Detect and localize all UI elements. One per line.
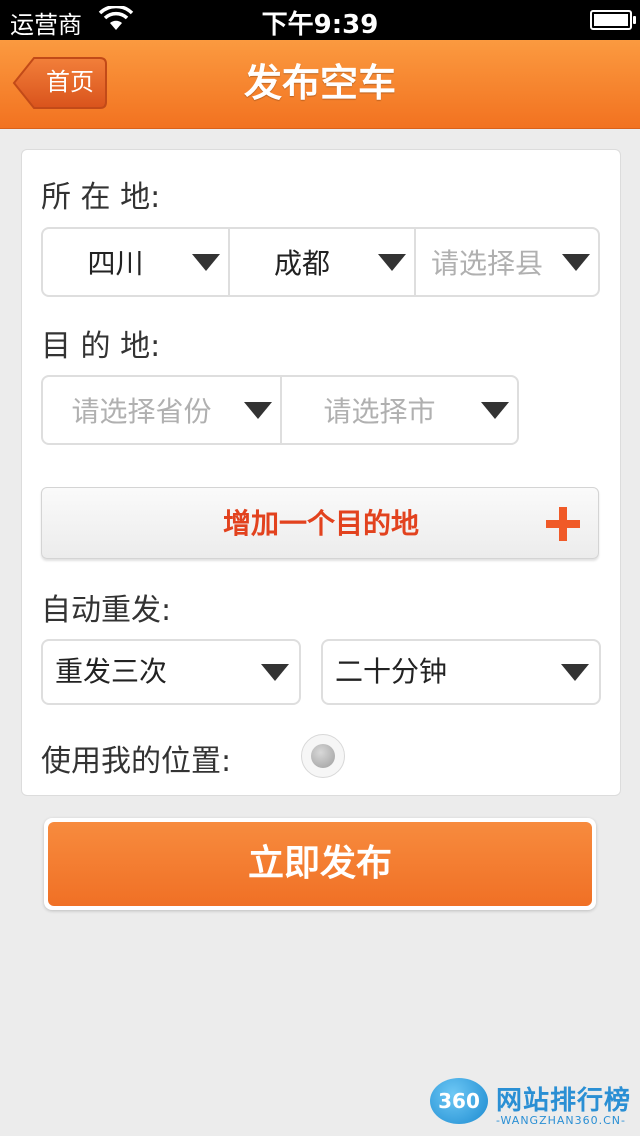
watermark-logo: 360 网站排行榜 -WANGZHAN360.CN- xyxy=(430,1078,636,1132)
repost-times-select[interactable]: 重发三次 xyxy=(41,639,301,705)
repost-times-value: 重发三次 xyxy=(55,655,168,688)
repost-interval-select[interactable]: 二十分钟 xyxy=(321,639,601,705)
origin-province-value: 四川 xyxy=(87,247,144,280)
destination-select-group: 请选择省份 请选择市 xyxy=(41,375,519,445)
add-destination-button[interactable]: 增加一个目的地 xyxy=(41,487,599,559)
back-button[interactable]: 首页 xyxy=(12,56,108,110)
auto-repost-label: 自动重发: xyxy=(41,593,172,628)
chevron-down-icon xyxy=(481,402,509,419)
destination-province-select[interactable]: 请选择省份 xyxy=(43,377,282,443)
origin-label: 所 在 地: xyxy=(41,180,161,215)
status-bar: 运营商 下午9:39 xyxy=(0,0,640,40)
watermark-url: -WANGZHAN360.CN- xyxy=(496,1114,627,1127)
publish-button[interactable]: 立即发布 xyxy=(48,822,592,906)
use-location-label: 使用我的位置: xyxy=(41,744,232,779)
destination-province-placeholder: 请选择省份 xyxy=(71,395,212,428)
publish-form-card: 所 在 地: 四川 成都 请选择县 目 的 地: 请选择省份 请选择市 增加一个… xyxy=(21,149,621,796)
origin-province-select[interactable]: 四川 xyxy=(43,229,230,295)
origin-county-placeholder: 请选择县 xyxy=(430,247,543,280)
chevron-down-icon xyxy=(261,664,289,681)
chevron-down-icon xyxy=(192,254,220,271)
origin-county-select[interactable]: 请选择县 xyxy=(416,229,598,295)
nav-bar: 发布空车 首页 xyxy=(0,40,640,129)
origin-select-group: 四川 成都 请选择县 xyxy=(41,227,600,297)
chevron-down-icon xyxy=(378,254,406,271)
back-button-label: 首页 xyxy=(46,68,94,96)
watermark-badge: 360 xyxy=(430,1078,488,1124)
clock: 下午9:39 xyxy=(261,10,379,40)
chevron-down-icon xyxy=(562,254,590,271)
watermark-name: 网站排行榜 xyxy=(496,1086,632,1116)
destination-city-placeholder: 请选择市 xyxy=(323,395,436,428)
chevron-down-icon xyxy=(561,664,589,681)
destination-city-select[interactable]: 请选择市 xyxy=(282,377,517,443)
add-destination-label: 增加一个目的地 xyxy=(222,507,419,540)
chevron-down-icon xyxy=(244,402,272,419)
radio-dot-icon xyxy=(311,744,335,768)
repost-interval-value: 二十分钟 xyxy=(335,655,448,688)
origin-city-select[interactable]: 成都 xyxy=(230,229,416,295)
use-location-radio[interactable] xyxy=(301,734,345,778)
publish-button-frame: 立即发布 xyxy=(44,818,596,910)
plus-icon xyxy=(546,507,580,541)
destination-label: 目 的 地: xyxy=(41,329,161,364)
origin-city-value: 成都 xyxy=(273,247,330,280)
battery-icon xyxy=(590,10,636,30)
